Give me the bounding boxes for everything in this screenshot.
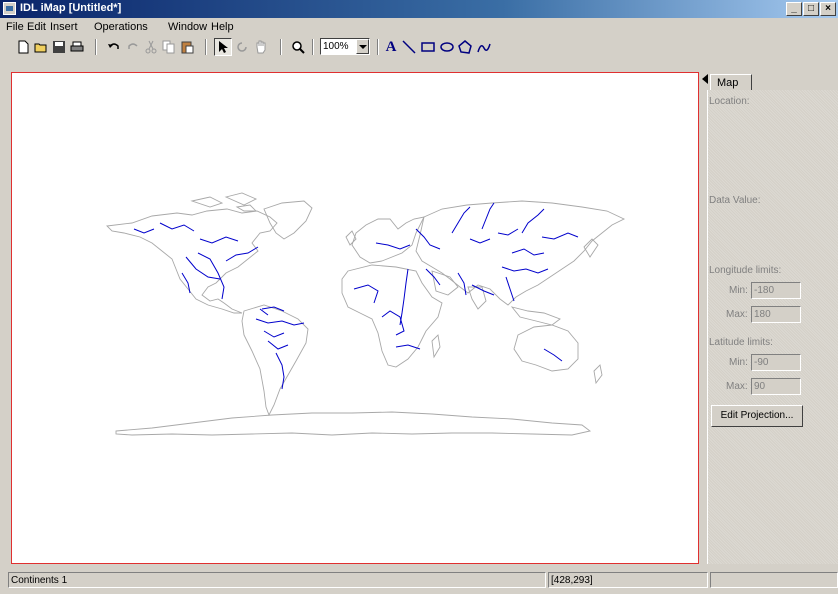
north-america-outline — [106, 208, 278, 314]
river-lena — [521, 208, 545, 234]
panel-collapse-arrow-icon[interactable] — [701, 74, 710, 84]
toolbar-separator — [205, 39, 207, 55]
app-icon — [3, 2, 16, 15]
maximize-button[interactable]: □ — [803, 2, 819, 16]
longitude-limits-label: Longitude limits: — [709, 265, 782, 276]
redo-icon[interactable] — [124, 38, 142, 56]
copy-icon[interactable] — [160, 38, 178, 56]
status-coordinates: [428,293] — [548, 572, 708, 588]
new-file-icon[interactable] — [14, 38, 32, 56]
continent-outlines — [106, 192, 626, 436]
lat-max-field[interactable]: 90 — [751, 378, 801, 395]
river-nelson — [199, 236, 239, 244]
river-yukon — [133, 228, 155, 234]
status-extra — [710, 572, 838, 588]
zoom-value: 100% — [323, 41, 349, 52]
greenland-outline — [263, 200, 313, 240]
tab-map-label: Map — [717, 77, 739, 89]
toolbar-separator — [280, 39, 282, 55]
status-bar: Continents 1 [428,293] — [0, 570, 838, 594]
zoom-select[interactable]: 100% — [320, 38, 370, 55]
map-properties-panel — [707, 90, 838, 564]
menu-bar: File Edit Insert Operations Window Help — [0, 18, 838, 36]
oval-tool-icon[interactable] — [438, 38, 456, 56]
map-canvas[interactable] — [11, 72, 699, 564]
river-huang-he — [511, 248, 545, 256]
river-amazon-tributaries — [259, 308, 289, 350]
rectangle-tool-icon[interactable] — [419, 38, 437, 56]
africa-outline — [341, 264, 443, 368]
paste-icon[interactable] — [178, 38, 196, 56]
river-lines — [133, 202, 579, 390]
river-murray — [543, 348, 563, 362]
zoom-magnifier-icon[interactable] — [289, 38, 307, 56]
data-value-label: Data Value: — [709, 195, 761, 206]
print-icon[interactable] — [68, 38, 86, 56]
close-button[interactable]: × — [820, 2, 836, 16]
river-niger — [353, 284, 379, 304]
antarctica-outline — [115, 411, 592, 436]
cut-icon[interactable] — [142, 38, 160, 56]
toolbar-separator — [312, 39, 314, 55]
chevron-down-icon[interactable] — [356, 39, 369, 54]
river-amazon — [255, 318, 305, 326]
river-st-lawrence — [225, 246, 259, 262]
minimize-button[interactable]: _ — [786, 2, 802, 16]
tab-map[interactable]: Map — [710, 74, 752, 91]
latitude-limits-label: Latitude limits: — [709, 337, 773, 348]
europe-outline — [351, 216, 425, 264]
australia-outline — [513, 324, 579, 372]
rotate-icon[interactable] — [233, 38, 251, 56]
river-danube — [375, 242, 411, 250]
southeast-asia-outline — [510, 306, 561, 326]
lat-min-label: Min: — [729, 357, 748, 368]
river-parana — [275, 352, 285, 390]
menu-window[interactable]: Window — [168, 21, 207, 33]
polygon-tool-icon[interactable] — [456, 38, 474, 56]
river-nile — [399, 268, 409, 326]
river-ob — [451, 206, 471, 234]
save-icon[interactable] — [50, 38, 68, 56]
pan-hand-icon[interactable] — [252, 38, 270, 56]
text-tool-icon[interactable]: A — [382, 38, 400, 56]
toolbar: 100% A — [0, 37, 838, 70]
world-map — [106, 192, 626, 436]
river-volga — [415, 228, 441, 250]
lat-max-label: Max: — [726, 381, 748, 392]
river-amur — [541, 232, 579, 240]
river-yangtze — [501, 266, 549, 274]
edit-projection-button[interactable]: Edit Projection... — [711, 405, 803, 427]
toolbar-separator — [377, 39, 379, 55]
lon-min-label: Min: — [729, 285, 748, 296]
menu-help[interactable]: Help — [211, 21, 234, 33]
new-zealand-outline — [593, 364, 603, 385]
open-folder-icon[interactable] — [32, 38, 50, 56]
river-mekong — [505, 276, 515, 302]
lon-min-field[interactable]: -180 — [751, 282, 801, 299]
menu-insert[interactable]: Insert — [50, 21, 78, 33]
status-selection: Continents 1 — [8, 572, 546, 588]
river-mackenzie — [159, 222, 195, 232]
madagascar-outline — [431, 334, 441, 359]
menu-operations[interactable]: Operations — [94, 21, 148, 33]
window-title: IDL iMap [Untitled*] — [20, 2, 122, 14]
undo-icon[interactable] — [105, 38, 123, 56]
arabia-india-outline — [431, 270, 487, 310]
lat-min-field[interactable]: -90 — [751, 354, 801, 371]
toolbar-separator — [95, 39, 97, 55]
lon-max-field[interactable]: 180 — [751, 306, 801, 323]
river-indus — [457, 272, 467, 296]
location-label: Location: — [709, 96, 750, 107]
menu-edit[interactable]: Edit — [27, 21, 46, 33]
river-siberian-tributaries — [469, 228, 519, 244]
river-mississippi — [197, 252, 225, 300]
arctic-islands-outline — [190, 192, 258, 212]
title-bar: IDL iMap [Untitled*] _ □ × — [0, 0, 838, 18]
menu-file[interactable]: File — [6, 21, 24, 33]
river-yenisei — [481, 202, 495, 230]
line-tool-icon[interactable] — [400, 38, 418, 56]
select-arrow-icon[interactable] — [214, 38, 232, 56]
freehand-tool-icon[interactable] — [475, 38, 493, 56]
lon-max-label: Max: — [726, 309, 748, 320]
